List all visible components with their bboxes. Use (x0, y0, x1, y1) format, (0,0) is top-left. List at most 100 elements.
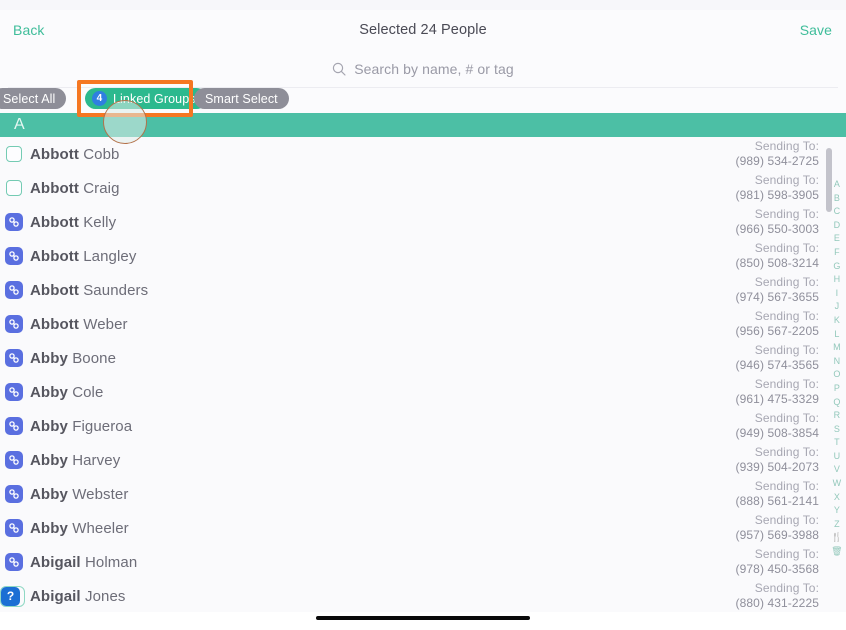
alpha-index-letter[interactable]: D (834, 219, 841, 233)
linked-group-icon[interactable] (4, 417, 23, 436)
linked-group-icon[interactable] (4, 383, 23, 402)
alpha-index-letter[interactable]: C (834, 205, 841, 219)
contact-last-name: Langley (83, 247, 137, 265)
search-bar[interactable]: Search by name, # or tag (0, 50, 846, 88)
alpha-index-letter[interactable]: O (833, 368, 840, 382)
contact-row[interactable]: Abby Cole Sending To: (961) 475-3329 (0, 375, 846, 409)
alpha-index-letter[interactable]: T (834, 436, 840, 450)
contact-checkbox[interactable] (4, 145, 23, 164)
sending-to-info: Sending To: (989) 534-2725 (736, 139, 819, 169)
alpha-index-letter[interactable]: E (834, 232, 840, 246)
linked-group-icon[interactable] (4, 451, 23, 470)
contact-name: Abbott Saunders (30, 282, 148, 299)
sending-to-info: Sending To: (946) 574-3565 (736, 343, 819, 373)
alpha-index-letter[interactable]: B (834, 192, 840, 206)
contact-last-name: Figueroa (72, 417, 133, 435)
contact-name: Abby Wheeler (30, 520, 129, 537)
contact-row[interactable]: ? Abigail Jones Sending To: (880) 431-2225 (0, 579, 846, 613)
contact-row[interactable]: Abbott Saunders Sending To: (974) 567-3655 (0, 273, 846, 307)
save-button[interactable]: Save (800, 22, 832, 38)
sending-to-label: Sending To: (754, 377, 819, 391)
sending-to-number: (978) 450-3568 (735, 562, 819, 576)
contact-name: Abbott Langley (30, 248, 136, 265)
smart-select-pill[interactable]: Smart Select (194, 88, 289, 109)
alpha-index-letter[interactable]: S (834, 423, 840, 437)
sending-to-number: (850) 508-3214 (735, 256, 819, 270)
sending-to-number: (888) 561-2141 (735, 494, 819, 508)
contact-row[interactable]: Abbott Cobb Sending To: (989) 534-2725 (0, 137, 846, 171)
sending-to-info: Sending To: (888) 561-2141 (736, 479, 819, 509)
contact-row[interactable]: Abby Webster Sending To: (888) 561-2141 (0, 477, 846, 511)
alpha-index-letter[interactable]: N (834, 355, 841, 369)
contact-row[interactable]: Abby Wheeler Sending To: (957) 569-3988 (0, 511, 846, 545)
alpha-index-letter[interactable]: A (834, 178, 840, 192)
alpha-index-letter[interactable]: V (834, 463, 840, 477)
sending-to-number: (989) 534-2725 (735, 154, 819, 168)
alpha-index-letter[interactable]: K (834, 314, 840, 328)
alpha-index-letter[interactable]: L (834, 328, 839, 342)
contact-name: Abby Figueroa (30, 418, 132, 435)
contact-last-name: Holman (84, 553, 138, 571)
linked-group-icon[interactable] (4, 485, 23, 504)
linked-group-icon[interactable] (4, 553, 23, 572)
alpha-index-letter[interactable]: F (834, 246, 840, 260)
smart-select-pill-label: Smart Select (205, 91, 278, 106)
linked-group-icon[interactable] (4, 519, 23, 538)
select-all-pill[interactable]: Select All (0, 88, 67, 109)
search-input[interactable]: Search by name, # or tag (332, 61, 514, 77)
contact-first-name: Abigail (30, 587, 81, 605)
section-header-letter: A (14, 116, 25, 133)
sending-to-number: (880) 431-2225 (735, 596, 819, 610)
contact-row[interactable]: Abby Harvey Sending To: (939) 504-2073 (0, 443, 846, 477)
contact-row[interactable]: Abbott Kelly Sending To: (966) 550-3003 (0, 205, 846, 239)
sending-to-label: Sending To: (754, 411, 819, 425)
alpha-index-letter[interactable]: W (833, 477, 842, 491)
contact-checkbox[interactable] (4, 179, 23, 198)
sending-to-number: (949) 508-3854 (735, 426, 819, 440)
contact-row[interactable]: Abbott Langley Sending To: (850) 508-3214 (0, 239, 846, 273)
sending-to-label: Sending To: (754, 207, 819, 221)
unknown-contact-icon[interactable]: ? (0, 585, 25, 607)
alpha-index-letter[interactable]: X (834, 491, 840, 505)
alpha-index-letter[interactable]: U (834, 450, 841, 464)
alpha-index-letter[interactable]: P (834, 382, 840, 396)
linked-group-icon[interactable] (4, 247, 23, 266)
contact-name: Abbott Cobb (30, 146, 119, 163)
contact-row[interactable]: Abbott Weber Sending To: (956) 567-2205 (0, 307, 846, 341)
linked-group-icon[interactable] (4, 315, 23, 334)
contact-name: Abbott Craig (30, 180, 120, 197)
sending-to-info: Sending To: (966) 550-3003 (736, 207, 819, 237)
alpha-index-letter[interactable]: G (833, 260, 840, 274)
contact-row[interactable]: Abby Boone Sending To: (946) 574-3565 (0, 341, 846, 375)
alpha-index-letter[interactable]: Y (834, 504, 840, 518)
sending-to-info: Sending To: (939) 504-2073 (736, 445, 819, 475)
alpha-index-symbol[interactable]: 🗑 (831, 545, 843, 559)
alpha-index-letter[interactable]: R (834, 409, 841, 423)
linked-groups-pill[interactable]: 4 Linked Groups (85, 88, 207, 109)
contact-name: Abigail Jones (30, 588, 126, 605)
home-indicator[interactable] (316, 616, 530, 620)
linked-group-icon[interactable] (4, 349, 23, 368)
linked-group-icon[interactable] (4, 281, 23, 300)
sending-to-info: Sending To: (978) 450-3568 (736, 547, 819, 577)
alpha-index-letter[interactable]: H (834, 273, 841, 287)
sending-to-info: Sending To: (949) 508-3854 (736, 411, 819, 441)
select-all-pill-label: Select All (3, 91, 56, 106)
contact-row[interactable]: Abigail Holman Sending To: (978) 450-3568 (0, 545, 846, 579)
alpha-index-letter[interactable]: Q (833, 396, 840, 410)
alphabet-index[interactable]: A B C D E F G H I J K L M N O P Q R S T U V W X Y Z 🍴 🗑 (830, 178, 844, 559)
alpha-index-letter[interactable]: M (833, 341, 841, 355)
linked-group-icon[interactable] (4, 213, 23, 232)
sending-to-label: Sending To: (754, 139, 819, 153)
alpha-index-letter[interactable]: J (835, 300, 840, 314)
contact-list[interactable]: Abbott Cobb Sending To: (989) 534-2725 Abbo… (0, 137, 846, 612)
sending-to-label: Sending To: (754, 479, 819, 493)
contact-row[interactable]: Abby Figueroa Sending To: (949) 508-3854 (0, 409, 846, 443)
status-bar (0, 0, 846, 10)
back-button[interactable]: Back (13, 22, 45, 38)
alpha-index-symbol[interactable]: 🍴 (831, 531, 842, 545)
alpha-index-letter[interactable]: Z (834, 518, 840, 532)
contact-first-name: Abby (30, 417, 68, 435)
alpha-index-letter[interactable]: I (836, 287, 839, 301)
contact-row[interactable]: Abbott Craig Sending To: (981) 598-3905 (0, 171, 846, 205)
